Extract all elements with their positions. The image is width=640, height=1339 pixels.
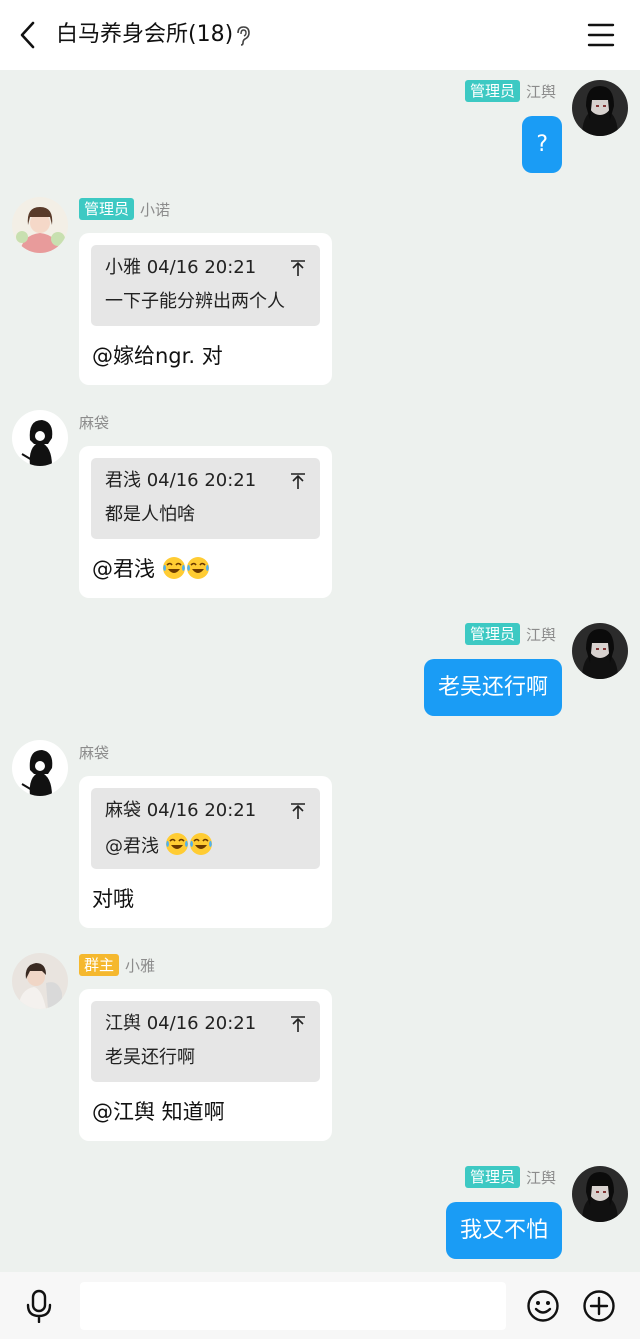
message-text: 对哦 — [92, 887, 134, 911]
jump-to-quote-icon[interactable] — [290, 1015, 306, 1033]
message-incoming: 管理员 小诺 小雅 04/16 20:21 一下子能分辨出两个人 @嫁给ngr.… — [0, 195, 640, 395]
message-bubble[interactable]: 我又不怕 — [445, 1202, 562, 1259]
sender-meta: 管理员 江舆 — [464, 623, 556, 645]
message-bubble[interactable]: 老吴还行啊 — [423, 659, 562, 716]
role-badge: 管理员 — [464, 623, 520, 645]
sender-meta: 群主 小雅 — [79, 954, 155, 976]
message-bubble[interactable]: 麻袋 04/16 20:21 @君浅 对哦 — [79, 776, 332, 928]
sender-meta: 管理员 江舆 — [464, 80, 556, 102]
quote-text: 都是人怕啥 — [105, 504, 195, 525]
message-bubble[interactable]: 小雅 04/16 20:21 一下子能分辨出两个人 @嫁给ngr. 对 — [79, 233, 332, 385]
message-bubble[interactable]: ? — [522, 116, 562, 173]
avatar[interactable] — [12, 740, 68, 796]
quote-author: 江舆 — [105, 1013, 141, 1034]
jump-to-quote-icon[interactable] — [290, 259, 306, 277]
quote-header: 麻袋 04/16 20:21 — [105, 798, 256, 824]
sender-name: 江舆 — [525, 82, 556, 101]
jump-to-quote-icon[interactable] — [290, 802, 306, 820]
avatar[interactable] — [12, 953, 68, 1009]
chevron-left-icon[interactable] — [14, 20, 42, 50]
tears-of-joy-icon — [189, 832, 213, 856]
quote-text: 一下子能分辨出两个人 — [105, 291, 285, 312]
quote-content: @君浅 — [105, 832, 213, 860]
sender-name: 江舆 — [525, 1168, 556, 1187]
message-text: @嫁给ngr. 对 — [92, 344, 223, 368]
avatar[interactable] — [12, 197, 68, 253]
quote-author: 小雅 — [105, 257, 141, 278]
sender-name: 江舆 — [525, 625, 556, 644]
message-outgoing: 管理员 江舆 老吴还行啊 — [0, 613, 640, 723]
sender-meta: 麻袋 — [79, 411, 109, 433]
quote-author: 麻袋 — [105, 800, 141, 821]
quoted-message[interactable]: 江舆 04/16 20:21 老吴还行啊 — [91, 1001, 320, 1082]
quoted-message[interactable]: 君浅 04/16 20:21 都是人怕啥 — [91, 458, 320, 539]
quote-text: @君浅 — [105, 836, 159, 857]
tears-of-joy-icon — [186, 556, 210, 580]
plus-circle-icon[interactable] — [582, 1289, 616, 1323]
message-incoming: 麻袋 君浅 04/16 20:21 都是人怕啥 @君浅 — [0, 408, 640, 608]
quoted-message[interactable]: 小雅 04/16 20:21 一下子能分辨出两个人 — [91, 245, 320, 326]
role-badge: 群主 — [79, 954, 120, 976]
quote-header: 小雅 04/16 20:21 — [105, 255, 256, 281]
message-input[interactable] — [80, 1282, 506, 1330]
message-text: @江舆 知道啊 — [92, 1100, 225, 1124]
message-incoming: 麻袋 麻袋 04/16 20:21 @君浅 对哦 — [0, 738, 640, 938]
message-incoming: 群主 小雅 江舆 04/16 20:21 老吴还行啊 @江舆 知道啊 — [0, 951, 640, 1151]
sender-name: 麻袋 — [79, 413, 110, 432]
quoted-message[interactable]: 麻袋 04/16 20:21 @君浅 — [91, 788, 320, 869]
message-outgoing: 管理员 江舆 我又不怕 — [0, 1156, 640, 1266]
sender-name: 小诺 — [140, 200, 171, 219]
quote-time: 04/16 20:21 — [146, 257, 257, 278]
input-bar — [0, 1272, 640, 1339]
ear-icon[interactable] — [234, 25, 252, 47]
quote-time: 04/16 20:21 — [146, 1013, 257, 1034]
smiley-icon[interactable] — [526, 1289, 560, 1323]
message-outgoing: 管理员 江舆 ? — [0, 70, 640, 180]
tears-of-joy-icon — [162, 556, 186, 580]
quote-time: 04/16 20:21 — [146, 470, 257, 491]
avatar[interactable] — [572, 623, 628, 679]
role-badge: 管理员 — [464, 80, 520, 102]
message-content: @君浅 — [92, 554, 210, 584]
microphone-icon[interactable] — [24, 1289, 54, 1323]
message-bubble[interactable]: 君浅 04/16 20:21 都是人怕啥 @君浅 — [79, 446, 332, 598]
role-badge: 管理员 — [464, 1166, 520, 1188]
chat-title: 白马养身会所(18) — [56, 22, 234, 47]
quote-header: 江舆 04/16 20:21 — [105, 1011, 256, 1037]
avatar[interactable] — [572, 1166, 628, 1222]
quote-text: 老吴还行啊 — [105, 1047, 195, 1068]
quote-time: 04/16 20:21 — [146, 800, 257, 821]
quote-header: 君浅 04/16 20:21 — [105, 468, 256, 494]
avatar[interactable] — [12, 410, 68, 466]
sender-meta: 管理员 小诺 — [79, 198, 170, 220]
sender-meta: 麻袋 — [79, 741, 109, 763]
sender-meta: 管理员 江舆 — [464, 1166, 556, 1188]
menu-icon[interactable] — [586, 22, 616, 48]
avatar[interactable] — [572, 80, 628, 136]
tears-of-joy-icon — [165, 832, 189, 856]
quote-author: 君浅 — [105, 470, 141, 491]
message-text: @君浅 — [92, 557, 155, 581]
jump-to-quote-icon[interactable] — [290, 472, 306, 490]
top-bar: 白马养身会所(18) — [0, 0, 640, 70]
role-badge: 管理员 — [79, 198, 135, 220]
message-bubble[interactable]: 江舆 04/16 20:21 老吴还行啊 @江舆 知道啊 — [79, 989, 332, 1141]
sender-name: 麻袋 — [79, 743, 110, 762]
sender-name: 小雅 — [125, 956, 156, 975]
